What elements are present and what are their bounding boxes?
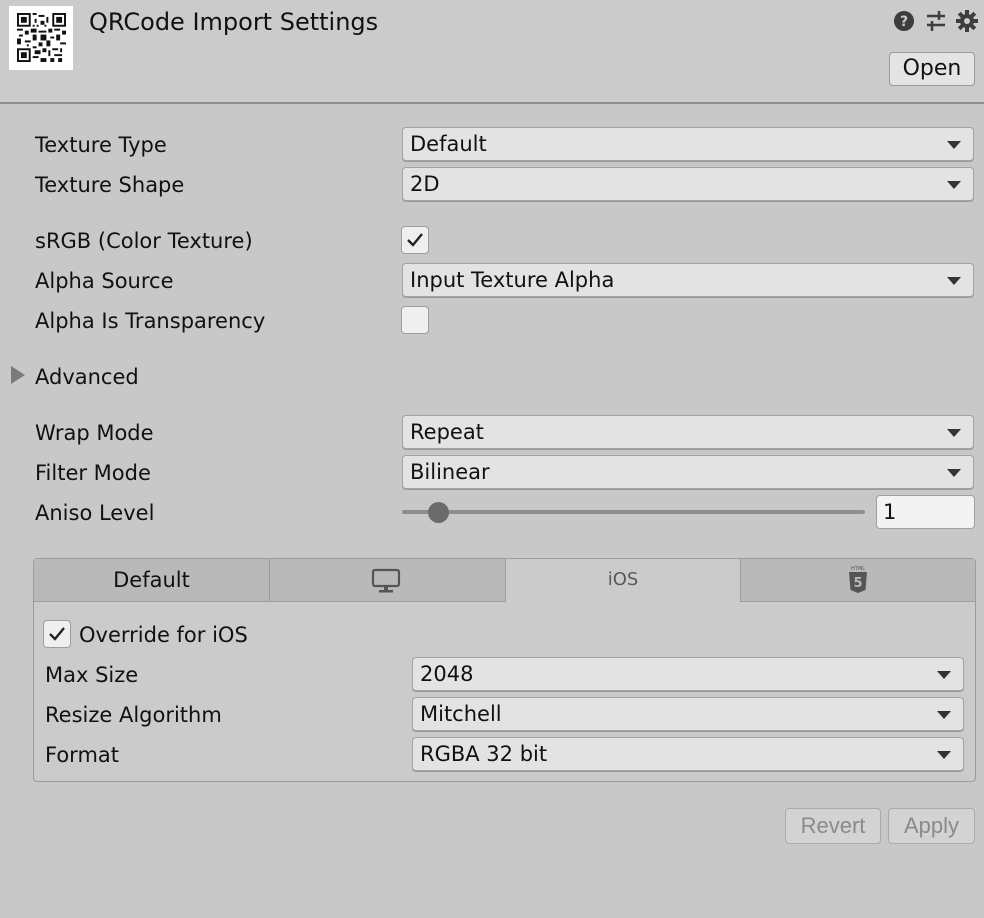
filter-mode-value: Bilinear: [410, 460, 490, 484]
aniso-level-field[interactable]: 1: [876, 495, 975, 529]
max-size-dropdown[interactable]: 2048: [412, 657, 964, 691]
filter-mode-label: Filter Mode: [35, 461, 151, 485]
advanced-foldout-label[interactable]: Advanced: [35, 362, 139, 392]
aniso-level-slider-track[interactable]: [402, 510, 865, 514]
wrap-mode-label: Wrap Mode: [35, 421, 154, 445]
texture-type-dropdown[interactable]: Default: [402, 127, 974, 161]
alpha-is-transparency-label: Alpha Is Transparency: [35, 309, 266, 333]
html5-icon: HTML 5: [849, 566, 867, 593]
open-button[interactable]: Open: [889, 52, 975, 86]
max-size-label: Max Size: [45, 663, 139, 687]
dropdown-arrow-icon: [937, 751, 951, 759]
dropdown-arrow-icon: [947, 181, 961, 189]
qr-code-image: [17, 13, 66, 62]
svg-text:?: ?: [900, 14, 908, 30]
texture-shape-value: 2D: [410, 172, 440, 196]
gear-icon[interactable]: [956, 10, 978, 32]
format-dropdown[interactable]: RGBA 32 bit: [412, 737, 964, 771]
tab-standalone[interactable]: [270, 559, 506, 602]
resize-algorithm-value: Mitchell: [420, 702, 502, 726]
override-ios-label[interactable]: Override for iOS: [79, 620, 248, 650]
dropdown-arrow-icon: [947, 469, 961, 477]
dropdown-arrow-icon: [947, 277, 961, 285]
texture-shape-dropdown[interactable]: 2D: [402, 167, 974, 201]
wrap-mode-dropdown[interactable]: Repeat: [402, 415, 974, 449]
resize-algorithm-label: Resize Algorithm: [45, 703, 222, 727]
override-ios-checkbox[interactable]: [43, 620, 71, 648]
max-size-value: 2048: [420, 662, 474, 686]
wrap-mode-value: Repeat: [410, 420, 484, 444]
format-value: RGBA 32 bit: [420, 742, 548, 766]
alpha-source-value: Input Texture Alpha: [410, 268, 615, 292]
checkmark-icon: [49, 627, 65, 641]
texture-shape-label: Texture Shape: [35, 173, 185, 197]
svg-text:HTML: HTML: [851, 566, 865, 572]
alpha-source-dropdown[interactable]: Input Texture Alpha: [402, 263, 974, 297]
aniso-level-label: Aniso Level: [35, 501, 155, 525]
texture-type-value: Default: [410, 132, 487, 156]
filter-mode-dropdown[interactable]: Bilinear: [402, 455, 974, 489]
monitor-icon: [371, 568, 401, 593]
inspector-header: QRCode Import Settings ? Open: [0, 0, 984, 104]
advanced-foldout-arrow-icon[interactable]: [11, 366, 25, 384]
help-icon[interactable]: ?: [893, 10, 915, 32]
alpha-is-transparency-checkbox[interactable]: [401, 306, 429, 334]
aniso-level-value: 1: [883, 500, 897, 524]
svg-text:5: 5: [853, 576, 862, 591]
dropdown-arrow-icon: [947, 429, 961, 437]
srgb-label: sRGB (Color Texture): [35, 229, 253, 253]
tab-default-label: Default: [113, 568, 190, 592]
dropdown-arrow-icon: [937, 671, 951, 679]
revert-button[interactable]: Revert: [785, 808, 881, 844]
tab-webgl[interactable]: HTML 5: [741, 559, 975, 602]
texture-type-label: Texture Type: [35, 133, 167, 157]
dropdown-arrow-icon: [937, 711, 951, 719]
format-label: Format: [45, 743, 120, 767]
checkmark-icon: [407, 233, 423, 247]
resize-algorithm-dropdown[interactable]: Mitchell: [412, 697, 964, 731]
alpha-source-label: Alpha Source: [35, 269, 174, 293]
tab-default[interactable]: Default: [34, 559, 270, 602]
tab-ios[interactable]: iOS: [506, 559, 741, 602]
aniso-level-slider-thumb[interactable]: [428, 502, 449, 523]
qr-code-thumbnail: [9, 6, 73, 70]
presets-icon[interactable]: [925, 10, 947, 32]
apply-button[interactable]: Apply: [888, 808, 975, 844]
inspector-title: QRCode Import Settings: [89, 8, 379, 36]
dropdown-arrow-icon: [947, 141, 961, 149]
srgb-checkbox[interactable]: [401, 226, 429, 254]
tab-ios-label: iOS: [607, 569, 639, 590]
